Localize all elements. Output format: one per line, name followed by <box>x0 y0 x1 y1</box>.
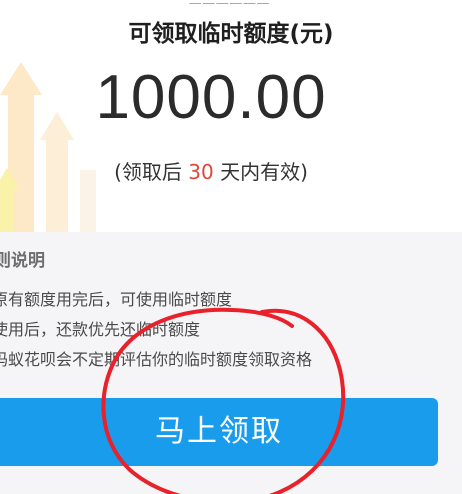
quota-amount: 1000.00 <box>95 63 327 132</box>
page-title: 可领取临时额度(元) <box>128 21 334 47</box>
rule-item: 妈蚁花呗会不定期评估你的临时额度领取资格 <box>0 350 313 369</box>
rules-title: 则说明 <box>0 251 45 271</box>
rule-item: 原有额度用完后，可使用临时额度 <box>0 290 233 309</box>
validity-note: (领取后 30 天内有效) <box>114 160 308 184</box>
quota-header: ▂▂▂▂▂▂ 可领取临时额度(元) 1000.00 (领取后 30 天内有效) <box>0 0 462 232</box>
claim-now-button[interactable]: 马上领取 <box>0 398 438 466</box>
rule-item: 使用后，还款优先还临时额度 <box>0 320 201 339</box>
cropped-header-text: ▂▂▂▂▂▂ <box>150 0 310 4</box>
validity-days: 30 <box>188 160 214 184</box>
